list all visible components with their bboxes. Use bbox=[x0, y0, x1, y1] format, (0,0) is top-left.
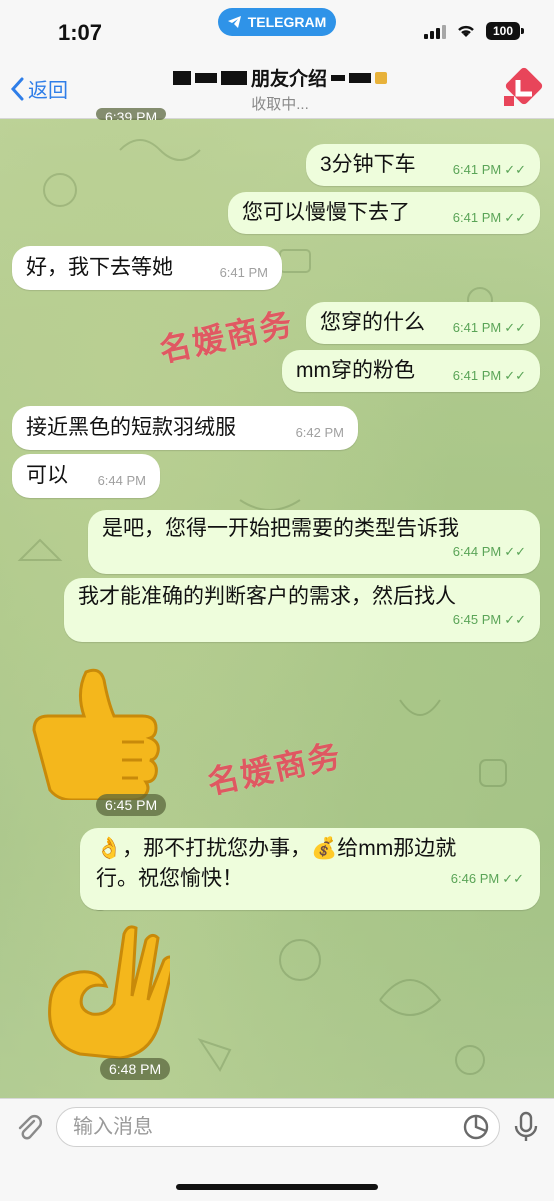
message-incoming[interactable]: 可以 6:44 PM bbox=[12, 454, 160, 498]
paperclip-icon[interactable] bbox=[14, 1113, 44, 1143]
status-bar: 1:07 TELEGRAM 100 bbox=[0, 0, 554, 58]
status-time: 1:07 bbox=[58, 20, 103, 45]
telegram-pill-label: TELEGRAM bbox=[247, 14, 327, 30]
redacted-block bbox=[194, 72, 217, 83]
flag-emoji-icon bbox=[375, 71, 387, 84]
sticker-icon[interactable] bbox=[462, 1113, 490, 1141]
wifi-icon bbox=[458, 25, 474, 37]
ok-hand-sticker-icon[interactable] bbox=[40, 924, 170, 1064]
message-text: mm穿的粉色 bbox=[296, 359, 415, 382]
message-text: 3分钟下车 bbox=[320, 153, 416, 176]
message-outgoing[interactable]: 是吧，您得一开始把需要的类型告诉我 6:44 PM ✓✓ bbox=[88, 510, 540, 574]
message-text: 我才能准确的判断客户的需求，然后找人 bbox=[78, 585, 456, 608]
double-check-icon: ✓✓ bbox=[504, 544, 526, 559]
message-time: 6:45 PM bbox=[452, 612, 502, 627]
redacted-block bbox=[331, 74, 345, 81]
message-text: 您可以慢慢下去了 bbox=[242, 201, 410, 224]
status-icons: 100 bbox=[424, 22, 524, 40]
double-check-icon: ✓✓ bbox=[504, 368, 526, 383]
chat-title: 朋友介绍 bbox=[250, 69, 327, 90]
battery-icon: 100 bbox=[486, 22, 524, 40]
back-label: 返回 bbox=[28, 80, 68, 102]
message-outgoing[interactable]: 您可以慢慢下去了 6:41 PM ✓✓ bbox=[228, 192, 540, 234]
redacted-block bbox=[220, 70, 247, 85]
message-outgoing[interactable]: 👌，那不打扰您办事，💰给mm那边就 行。祝您愉快！ 6:46 PM ✓✓ bbox=[80, 828, 540, 910]
chat-status: 收取中... bbox=[251, 96, 309, 113]
message-time: 6:41 PM bbox=[452, 368, 502, 383]
chat-title-area[interactable]: 朋友介绍 收取中... bbox=[130, 64, 430, 114]
message-outgoing[interactable]: 我才能准确的判断客户的需求，然后找人 6:45 PM ✓✓ bbox=[64, 578, 540, 642]
message-time: 6:41 PM bbox=[219, 265, 268, 280]
sticker-time-pill: 6:45 PM bbox=[96, 794, 167, 816]
message-outgoing[interactable]: 您穿的什么 6:41 PM ✓✓ bbox=[306, 302, 540, 344]
message-time: 6:46 PM bbox=[450, 871, 500, 886]
redacted-block bbox=[349, 72, 371, 83]
telegram-icon bbox=[227, 16, 241, 28]
double-check-icon: ✓✓ bbox=[504, 162, 526, 177]
message-text: 接近黑色的短款羽绒服 bbox=[26, 416, 236, 439]
double-check-icon: ✓✓ bbox=[502, 871, 524, 886]
double-check-icon: ✓✓ bbox=[504, 320, 526, 335]
message-time: 6:41 PM bbox=[452, 210, 502, 225]
message-time: 6:44 PM bbox=[452, 544, 502, 559]
chat-header: 返回 朋友介绍 收取中... bbox=[0, 58, 554, 119]
double-check-icon: ✓✓ bbox=[504, 210, 526, 225]
message-incoming[interactable]: 好，我下去等她 6:41 PM bbox=[12, 246, 282, 290]
message-time: 6:41 PM bbox=[452, 320, 502, 335]
message-text: 您穿的什么 bbox=[320, 311, 425, 334]
message-text: 好，我下去等她 bbox=[26, 256, 173, 279]
message-text-line: 👌，那不打扰您办事，💰给mm那边就 bbox=[96, 837, 457, 860]
sticker-time-pill: 6:48 PM bbox=[100, 1058, 171, 1080]
telegram-pill[interactable]: TELEGRAM bbox=[218, 8, 336, 36]
microphone-icon[interactable] bbox=[512, 1111, 540, 1143]
avatar[interactable] bbox=[500, 66, 548, 114]
back-button[interactable]: 返回 bbox=[10, 74, 68, 103]
time-pill: 6:39 PM bbox=[96, 108, 167, 120]
message-outgoing[interactable]: 3分钟下车 6:41 PM ✓✓ bbox=[306, 144, 540, 186]
message-time: 6:44 PM bbox=[97, 473, 146, 488]
double-check-icon: ✓✓ bbox=[504, 612, 526, 627]
message-text: 是吧，您得一开始把需要的类型告诉我 bbox=[102, 517, 459, 540]
message-time: 6:42 PM bbox=[295, 425, 344, 440]
message-text-line: 行。祝您愉快！ bbox=[96, 867, 243, 890]
message-incoming[interactable]: 接近黑色的短款羽绒服 6:42 PM bbox=[12, 406, 358, 450]
thumbs-up-sticker-icon[interactable] bbox=[26, 660, 166, 800]
message-input[interactable] bbox=[56, 1107, 500, 1147]
message-outgoing[interactable]: mm穿的粉色 6:41 PM ✓✓ bbox=[282, 350, 540, 392]
redacted-block bbox=[172, 70, 191, 85]
cellular-signal-icon bbox=[424, 23, 446, 39]
home-indicator bbox=[176, 1184, 378, 1190]
message-text: 可以 bbox=[26, 464, 68, 487]
chevron-left-icon bbox=[10, 77, 24, 100]
message-time: 6:41 PM bbox=[452, 162, 502, 177]
